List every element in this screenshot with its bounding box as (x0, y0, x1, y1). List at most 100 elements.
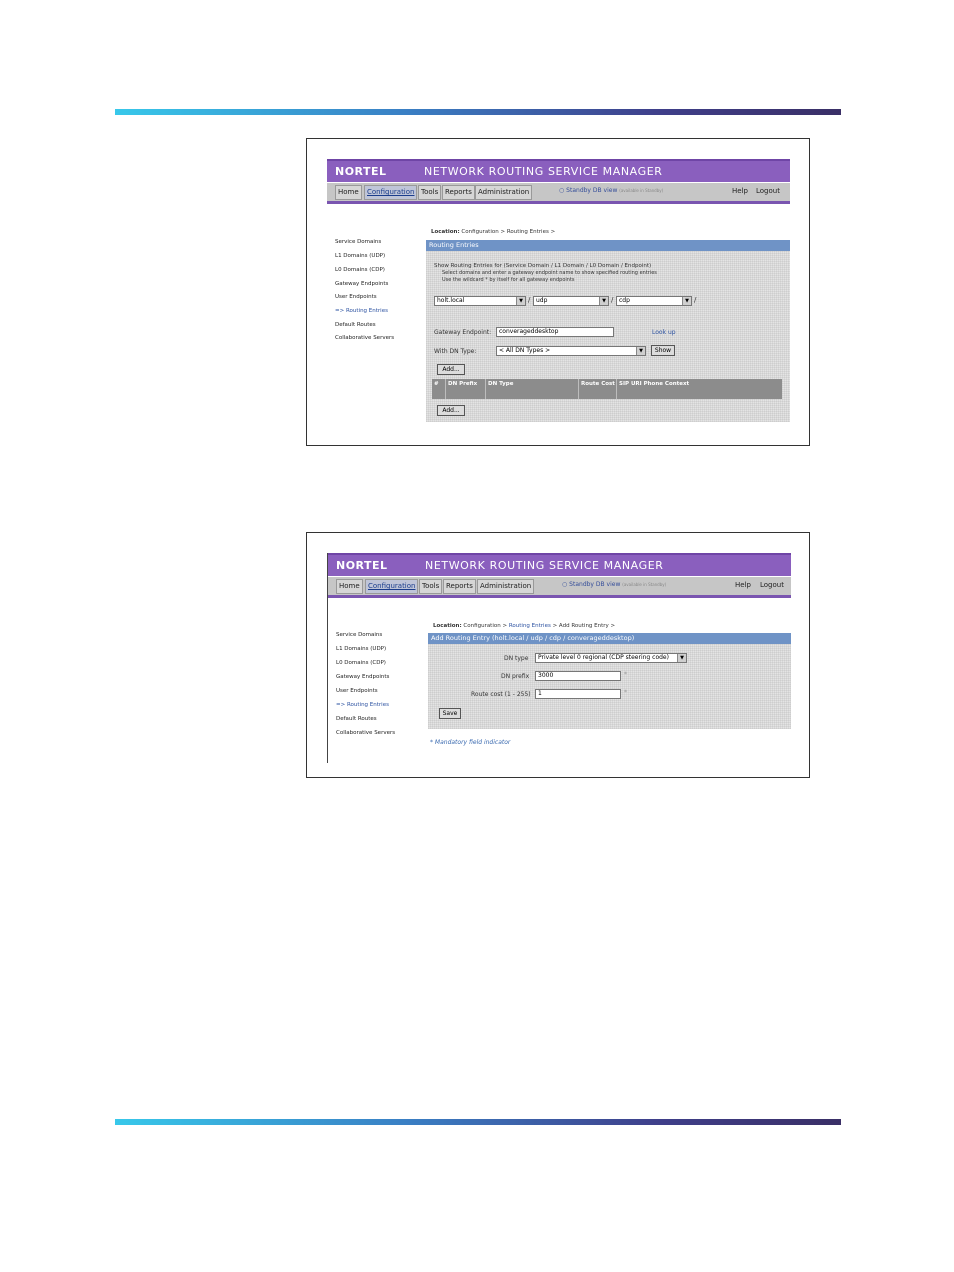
dn-prefix-input[interactable]: 3000 (535, 671, 621, 681)
location-label: Location: (433, 623, 462, 629)
dn-type-value: Private level 0 regional (CDP steering c… (538, 654, 669, 661)
standby-note: (available in Standby) (619, 188, 664, 193)
service-domain-select[interactable]: holt.local ▼ (434, 296, 526, 306)
menu-logout[interactable]: Logout (758, 579, 786, 592)
routing-entries-panel: Routing Entries Show Routing Entries for… (426, 240, 790, 422)
sidebar-item-routing-entries[interactable]: => Routing Entries (335, 308, 388, 314)
menu-configuration[interactable]: Configuration (365, 579, 419, 594)
routing-entries-table-header: # DN Prefix DN Type Route Cost SIP URI P… (432, 379, 782, 399)
gateway-endpoint-input[interactable]: converageddesktop (496, 327, 614, 337)
sidebar-item-l1-domains[interactable]: L1 Domains (UDP) (336, 646, 386, 652)
menu-help[interactable]: Help (730, 185, 750, 198)
breadcrumb: Location: Configuration > Routing Entrie… (431, 229, 555, 235)
l0-domain-value: cdp (619, 297, 630, 304)
menu-bar: Home Configuration Tools Reports Adminis… (327, 183, 790, 204)
instruction-line-2: Select domains and enter a gateway endpo… (442, 270, 657, 276)
route-cost-input[interactable]: 1 (535, 689, 621, 699)
standby-label: Standby DB view (566, 187, 618, 194)
location-path-start: Configuration > (463, 623, 508, 629)
column-header-number: # (432, 379, 446, 399)
app-title: NETWORK ROUTING SERVICE MANAGER (425, 559, 664, 572)
standby-db-view[interactable]: ○ Standby DB view (available in Standby) (559, 187, 663, 194)
gateway-endpoint-label: Gateway Endpoint: (434, 329, 492, 336)
menu-administration[interactable]: Administration (475, 185, 533, 200)
sidebar-item-user-endpoints[interactable]: User Endpoints (336, 688, 378, 694)
save-button[interactable]: Save (439, 708, 461, 719)
location-path-end: > Add Routing Entry > (552, 623, 616, 629)
panel-title: Routing Entries (426, 240, 790, 251)
slash-separator: / (611, 296, 614, 304)
standby-db-view[interactable]: ○ Standby DB view (available in Standby) (562, 581, 666, 588)
app-window: NORTEL NETWORK ROUTING SERVICE MANAGER H… (327, 159, 790, 429)
menu-configuration[interactable]: Configuration (364, 185, 418, 200)
show-button[interactable]: Show (651, 345, 675, 356)
instruction-line-3: Use the wildcard * by itself for all gat… (442, 277, 575, 283)
column-header-route-cost: Route Cost (579, 379, 617, 399)
screenshot-frame-add-routing-entry: NORTEL NETWORK ROUTING SERVICE MANAGER H… (306, 532, 810, 778)
dn-prefix-label: DN prefix (501, 673, 530, 680)
sidebar-item-service-domains[interactable]: Service Domains (335, 239, 381, 245)
chevron-down-icon: ▼ (682, 297, 691, 305)
radio-icon: ○ (562, 581, 568, 588)
menu-reports[interactable]: Reports (443, 579, 476, 594)
sidebar-item-gateway-endpoints[interactable]: Gateway Endpoints (335, 281, 388, 287)
l0-domain-select[interactable]: cdp ▼ (616, 296, 692, 306)
app-title: NETWORK ROUTING SERVICE MANAGER (424, 165, 663, 178)
slash-separator: / (694, 296, 697, 304)
breadcrumb: Location: Configuration > Routing Entrie… (433, 623, 615, 629)
lookup-link[interactable]: Look up (652, 329, 676, 336)
menu-home[interactable]: Home (336, 579, 363, 594)
chevron-down-icon: ▼ (636, 347, 645, 355)
menu-home[interactable]: Home (335, 185, 362, 200)
sidebar-item-l0-domains[interactable]: L0 Domains (CDP) (335, 267, 385, 273)
bottom-page-rule (115, 1119, 841, 1125)
dn-type-select[interactable]: Private level 0 regional (CDP steering c… (535, 653, 687, 663)
nortel-logo: NORTEL (336, 559, 388, 572)
menu-administration[interactable]: Administration (477, 579, 535, 594)
screenshot-frame-routing-entries: NORTEL NETWORK ROUTING SERVICE MANAGER H… (306, 138, 810, 446)
sidebar-item-collaborative-servers[interactable]: Collaborative Servers (335, 335, 394, 341)
column-header-sip-uri-phone-context: SIP URI Phone Context (619, 381, 690, 387)
menu-reports[interactable]: Reports (442, 185, 475, 200)
standby-label: Standby DB view (569, 581, 621, 588)
nortel-logo: NORTEL (335, 165, 387, 178)
app-window: NORTEL NETWORK ROUTING SERVICE MANAGER H… (327, 553, 791, 763)
add-button[interactable]: Add... (437, 364, 465, 375)
dn-type-value: < All DN Types > (499, 347, 551, 354)
sidebar-item-l1-domains[interactable]: L1 Domains (UDP) (335, 253, 385, 259)
sidebar-item-collaborative-servers[interactable]: Collaborative Servers (336, 730, 395, 736)
menu-help[interactable]: Help (733, 579, 753, 592)
l1-domain-select[interactable]: udp ▼ (533, 296, 609, 306)
dn-type-label: With DN Type: (434, 348, 477, 355)
sidebar-item-routing-entries[interactable]: => Routing Entries (336, 702, 389, 708)
add-button-bottom[interactable]: Add... (437, 405, 465, 416)
sidebar-item-l0-domains[interactable]: L0 Domains (CDP) (336, 660, 386, 666)
routing-entries-link[interactable]: Routing Entries (509, 623, 551, 629)
instruction-line-1: Show Routing Entries for (Service Domain… (434, 263, 652, 269)
mandatory-field-note: * Mandatory field indicator (430, 739, 511, 746)
sidebar-item-service-domains[interactable]: Service Domains (336, 632, 382, 638)
top-page-rule (115, 109, 841, 115)
dn-type-select[interactable]: < All DN Types > ▼ (496, 346, 646, 356)
menu-logout[interactable]: Logout (754, 185, 782, 198)
sidebar-item-user-endpoints[interactable]: User Endpoints (335, 294, 377, 300)
column-header-dn-prefix: DN Prefix (446, 379, 486, 399)
slash-separator: / (528, 296, 531, 304)
l1-domain-value: udp (536, 297, 548, 304)
chevron-down-icon: ▼ (599, 297, 608, 305)
dn-prefix-required-mark: * (624, 671, 627, 678)
app-banner: NORTEL NETWORK ROUTING SERVICE MANAGER (328, 553, 791, 576)
chevron-down-icon: ▼ (516, 297, 525, 305)
menu-tools[interactable]: Tools (418, 185, 442, 200)
sidebar-item-gateway-endpoints[interactable]: Gateway Endpoints (336, 674, 389, 680)
sidebar-item-default-routes[interactable]: Default Routes (335, 322, 376, 328)
standby-note: (available in Standby) (622, 582, 667, 587)
sidebar-item-default-routes[interactable]: Default Routes (336, 716, 377, 722)
chevron-down-icon: ▼ (677, 654, 686, 662)
location-path: Configuration > Routing Entries > (461, 229, 556, 235)
dn-type-label: DN type (504, 655, 529, 662)
location-label: Location: (431, 229, 460, 235)
route-cost-label: Route cost (1 - 255) (471, 691, 531, 698)
menu-tools[interactable]: Tools (419, 579, 443, 594)
column-header-dn-type: DN Type (486, 379, 579, 399)
